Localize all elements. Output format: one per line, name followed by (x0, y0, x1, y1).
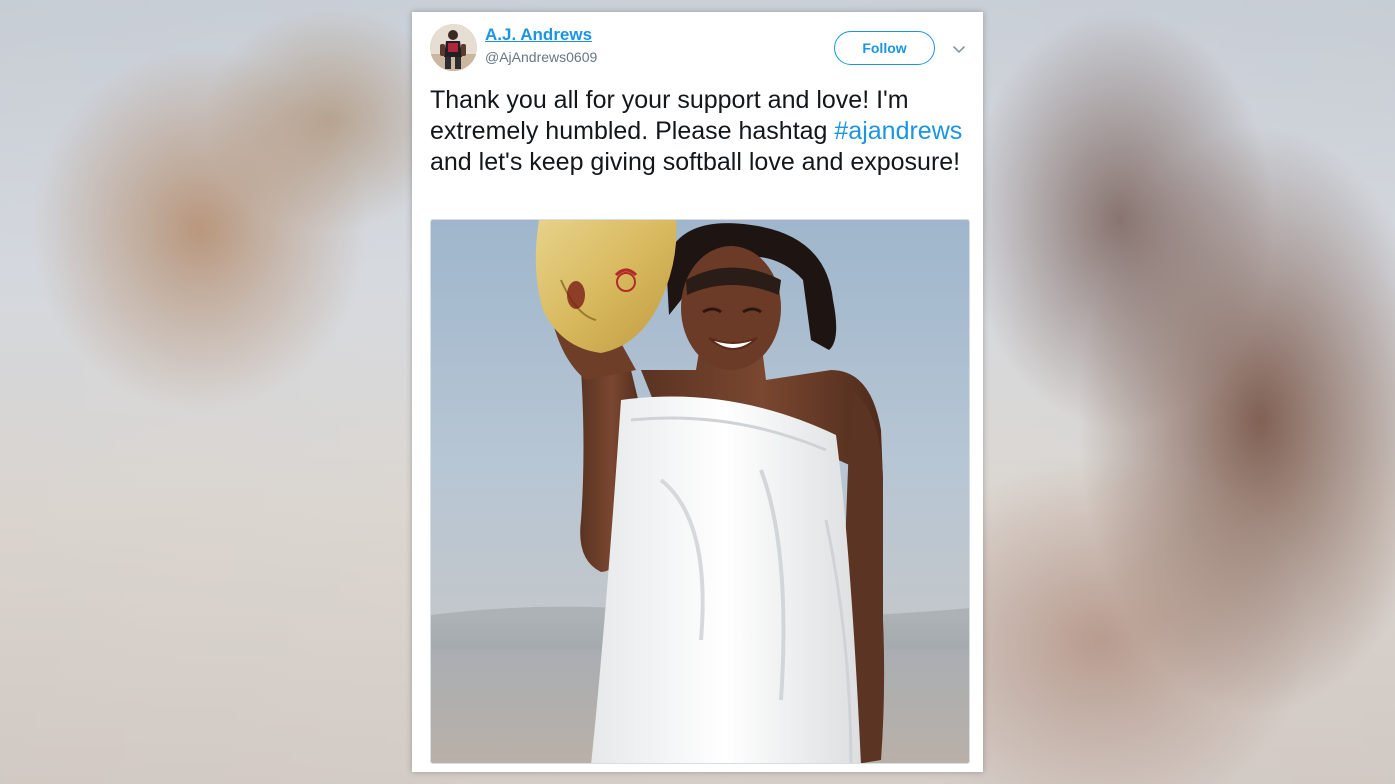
author-handle: @AjAndrews0609 (485, 49, 598, 65)
avatar-photo (430, 24, 477, 71)
embedded-tweet-card: A.J. Andrews @AjAndrews0609 Follow Thank… (412, 12, 983, 772)
author-avatar[interactable] (430, 24, 477, 71)
follow-button[interactable]: Follow (834, 31, 935, 65)
hashtag-link[interactable]: #ajandrews (834, 117, 962, 145)
tweet-text-part: and let's keep giving softball love and … (430, 148, 961, 176)
author-name-link[interactable]: A.J. Andrews (485, 25, 592, 45)
tweet-photo[interactable] (430, 219, 970, 764)
photo-illustration (431, 220, 969, 763)
chevron-down-icon[interactable] (950, 40, 968, 58)
background-video-frame: A.J. Andrews @AjAndrews0609 Follow Thank… (0, 0, 1395, 784)
tweet-text: Thank you all for your support and love!… (430, 85, 970, 178)
